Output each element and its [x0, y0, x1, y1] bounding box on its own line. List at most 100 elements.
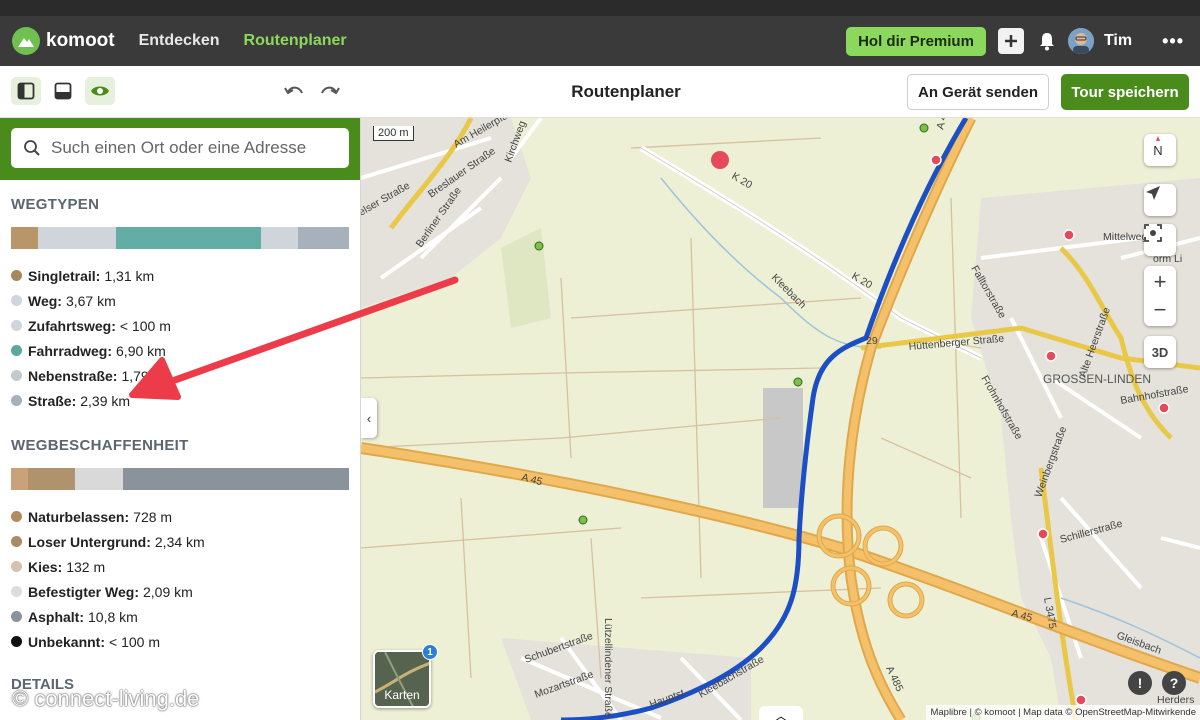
komoot-logo-icon [12, 27, 40, 55]
help-button[interactable]: ? [1162, 671, 1186, 695]
map-label: Lützellindener Straße [602, 618, 614, 718]
watermark: © connect-living.de [12, 686, 200, 711]
map-label: A 485 [934, 118, 953, 131]
legend-name: Unbekannt: [28, 633, 105, 650]
bar-segment [122, 468, 349, 490]
route-toolbar: Routenplaner An Gerät senden Tour speich… [0, 66, 1200, 118]
expand-profile-button[interactable]: ︿ [759, 706, 803, 720]
legend-item[interactable]: Zufahrtsweg: < 100 m [11, 313, 360, 338]
map-canvas[interactable]: Am HeilerpfadKirchwegBreslauer StraßeBer… [361, 118, 1200, 720]
bar-segment [27, 468, 76, 490]
legend-item[interactable]: Weg: 3,67 km [11, 288, 360, 313]
chevron-left-icon: ‹ [366, 410, 372, 426]
compass-button[interactable]: N [1144, 134, 1176, 166]
focus-frame-icon [1144, 224, 1162, 242]
send-to-device-button[interactable]: An Gerät senden [907, 74, 1049, 110]
3d-button[interactable]: 3D [1144, 336, 1176, 368]
legend-value: 2,34 km [154, 533, 205, 550]
legend-item[interactable]: Straße: 2,39 km [11, 388, 360, 413]
map-view[interactable]: Am Heilerpfad Kirchweg Breslauer Straße Ber… [361, 118, 1200, 720]
legend-value: 132 m [66, 558, 106, 575]
notifications-button[interactable] [1034, 28, 1060, 54]
legend-dot [11, 536, 22, 547]
legend-name: Fahrradweg: [28, 342, 113, 359]
bar-segment [261, 227, 299, 249]
bar-segment [75, 468, 123, 490]
legend-value: 728 m [133, 508, 173, 525]
legend-dot [11, 395, 22, 406]
nav-entdecken[interactable]: Entdecken [139, 32, 220, 50]
save-tour-button[interactable]: Tour speichern [1061, 74, 1189, 110]
bell-icon [1039, 33, 1054, 51]
legend-value: < 100 m [109, 633, 160, 650]
legend-dot [11, 270, 22, 281]
zoom-out-button[interactable]: − [1154, 296, 1167, 324]
nav-routenplaner[interactable]: Routenplaner [244, 32, 347, 50]
report-button[interactable]: ! [1128, 671, 1152, 695]
search-box [11, 128, 349, 168]
legend-name: Weg: [28, 292, 62, 309]
legend-name: Loser Untergrund: [28, 533, 151, 550]
legend-item[interactable]: Unbekannt: < 100 m [11, 629, 360, 654]
legend-item[interactable]: Fahrradweg: 6,90 km [11, 338, 360, 363]
compass-icon: N [1153, 136, 1163, 158]
bar-segment [298, 227, 349, 249]
legend-value: 2,09 km [142, 583, 193, 600]
map-label: GROSSEN-LINDEN [1043, 372, 1151, 386]
legend-name: Asphalt: [28, 608, 84, 625]
legend-value: 10,8 km [88, 608, 138, 625]
avatar[interactable] [1067, 28, 1094, 54]
more-menu-button[interactable]: ••• [1162, 31, 1184, 52]
create-button[interactable] [997, 28, 1024, 54]
search-input[interactable] [51, 138, 341, 158]
map-style-button[interactable]: Karten [373, 650, 431, 708]
search-bar [0, 118, 360, 180]
user-name[interactable]: Tim [1104, 32, 1132, 50]
wegbeschaffenheit-bar [11, 468, 349, 490]
legend-dot [11, 636, 22, 647]
legend-item[interactable]: Befestigter Weg: 2,09 km [11, 579, 360, 604]
wegtypen-bar [11, 227, 349, 249]
legend-name: Straße: [28, 392, 77, 409]
legend-item[interactable]: Nebenstraße: 1,79 km [11, 363, 360, 388]
collapse-sidebar-button[interactable]: ‹ [361, 398, 377, 438]
bar-segment [11, 468, 28, 490]
zoom-in-button[interactable]: + [1154, 268, 1167, 296]
chevron-up-icon: ︿ [774, 708, 787, 720]
legend-item[interactable]: Naturbelassen: 728 m [11, 504, 360, 529]
wegbeschaffenheit-list: Naturbelassen: 728 m Loser Untergrund: 2,34… [0, 504, 360, 654]
map-attribution[interactable]: Maplibre | © komoot | Map data © OpenStr… [926, 705, 1200, 720]
legend-item[interactable]: Loser Untergrund: 2,34 km [11, 529, 360, 554]
legend-name: Befestigter Weg: [28, 583, 139, 600]
legend-name: Singletrail: [28, 267, 101, 284]
wegtypen-list: Singletrail: 1,31 km Weg: 3,67 km Zufahrtswe… [0, 263, 360, 413]
window-top-strip [0, 0, 1200, 16]
main-navbar: komoot Entdecken Routenplaner Hol dir Pr… [0, 16, 1200, 66]
legend-value: 1,31 km [104, 267, 155, 284]
legend-dot [11, 586, 22, 597]
legend-item[interactable]: Singletrail: 1,31 km [11, 263, 360, 288]
wegtypen-title: WEGTYPEN [11, 196, 100, 213]
legend-item[interactable]: Asphalt: 10,8 km [11, 604, 360, 629]
map-label: 29 [866, 335, 878, 347]
legend-value: 2,39 km [80, 392, 131, 409]
fit-route-button[interactable] [1144, 224, 1176, 256]
legend-name: Nebenstraße: [28, 367, 118, 384]
legend-value: 6,90 km [116, 342, 166, 359]
map-scale: 200 m [373, 126, 414, 141]
bar-segment [115, 227, 262, 249]
map-style-badge: 1 [422, 644, 438, 660]
map-style-label: Karten [384, 688, 420, 702]
locate-button[interactable] [1144, 184, 1176, 216]
legend-dot [11, 345, 22, 356]
legend-dot [11, 295, 22, 306]
legend-dot [11, 611, 22, 622]
brand-name: komoot [46, 30, 115, 51]
legend-value: 3,67 km [65, 292, 116, 309]
legend-item[interactable]: Kies: 132 m [11, 554, 360, 579]
premium-button[interactable]: Hol dir Premium [846, 26, 986, 56]
legend-dot [11, 511, 22, 522]
plus-icon [1004, 35, 1017, 47]
komoot-logo[interactable]: komoot [12, 27, 115, 55]
zoom-control: + − [1144, 266, 1176, 326]
